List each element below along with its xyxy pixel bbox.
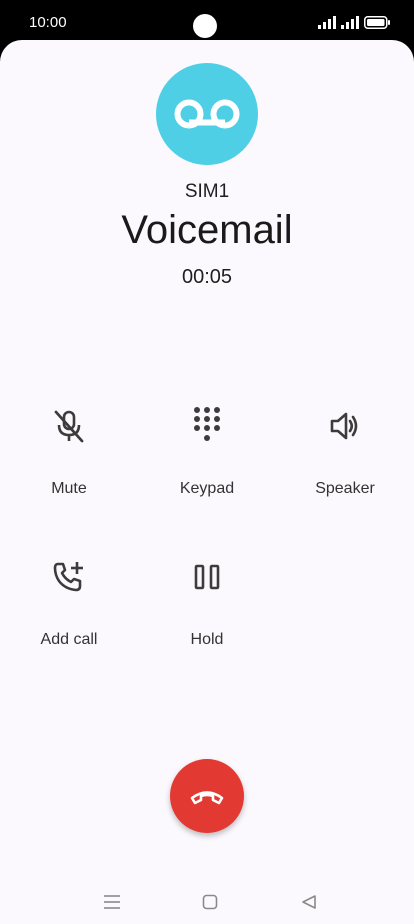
mute-button[interactable]: Mute: [9, 406, 129, 516]
status-icons: [318, 15, 390, 29]
hold-label: Hold: [190, 631, 224, 648]
mute-label: Mute: [51, 480, 87, 497]
menu-icon: [104, 895, 120, 909]
status-time: 10:00: [29, 14, 67, 31]
keypad-button[interactable]: Keypad: [147, 406, 267, 516]
back-icon: [302, 895, 316, 909]
navigation-bar: [0, 880, 414, 924]
contact-name: Voicemail: [121, 208, 293, 252]
end-call-button[interactable]: [170, 759, 244, 833]
home-button[interactable]: [198, 890, 222, 914]
dialpad-icon: [194, 407, 220, 441]
call-screen: SIM1 Voicemail 00:05 Mute Keypad Speaker…: [0, 40, 414, 924]
recents-button[interactable]: [100, 890, 124, 914]
speaker-button[interactable]: Speaker: [285, 406, 405, 516]
front-camera: [193, 14, 217, 38]
voicemail-icon: [174, 99, 240, 129]
add-call-icon: [53, 562, 83, 592]
call-timer: 00:05: [181, 266, 233, 288]
mic-off-icon: [54, 410, 84, 443]
back-button[interactable]: [297, 890, 321, 914]
hang-up-icon: [190, 791, 224, 805]
home-icon: [202, 894, 218, 910]
speaker-icon: [330, 412, 358, 440]
wifi-signal-icon: [318, 15, 336, 29]
keypad-label: Keypad: [179, 480, 235, 497]
add-call-label: Add call: [40, 631, 98, 648]
battery-icon: [364, 15, 390, 29]
hold-button[interactable]: Hold: [147, 557, 267, 667]
add-call-button[interactable]: Add call: [9, 557, 129, 667]
phone-screen: 10:00 SIM1 Voicemail 00:05 Mute Keypad S…: [0, 0, 414, 924]
sim-label: SIM1: [184, 181, 230, 202]
pause-icon: [194, 564, 220, 590]
cell-signal-icon: [341, 15, 359, 29]
speaker-label: Speaker: [315, 480, 375, 497]
status-bar: 10:00: [0, 0, 414, 44]
voicemail-avatar: [156, 63, 258, 165]
